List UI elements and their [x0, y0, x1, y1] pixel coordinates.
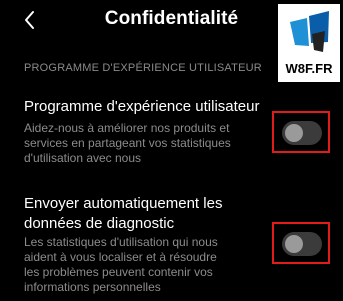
ux-program-toggle[interactable] [282, 121, 322, 145]
diagnostics-description: Les statistiques d'utilisation qui nous … [24, 235, 218, 294]
toggle-knob [285, 124, 303, 142]
highlight-frame [272, 222, 330, 264]
ux-program-title: Programme d'expérience utilisateur [24, 98, 260, 115]
highlight-frame [272, 111, 330, 153]
ux-program-description: Aidez-nous à améliorer nos produits et s… [24, 121, 231, 165]
diagnostics-title: Envoyer automatiquement les données de d… [24, 195, 223, 232]
section-header: PROGRAMME D'EXPÉRIENCE UTILISATEUR [24, 62, 262, 74]
watermark-text: W8F.FR [285, 61, 333, 76]
windows-logo-icon [290, 11, 329, 52]
watermark-logo: W8F.FR [278, 4, 340, 82]
toggle-knob [285, 235, 303, 253]
diagnostics-toggle[interactable] [282, 232, 322, 256]
